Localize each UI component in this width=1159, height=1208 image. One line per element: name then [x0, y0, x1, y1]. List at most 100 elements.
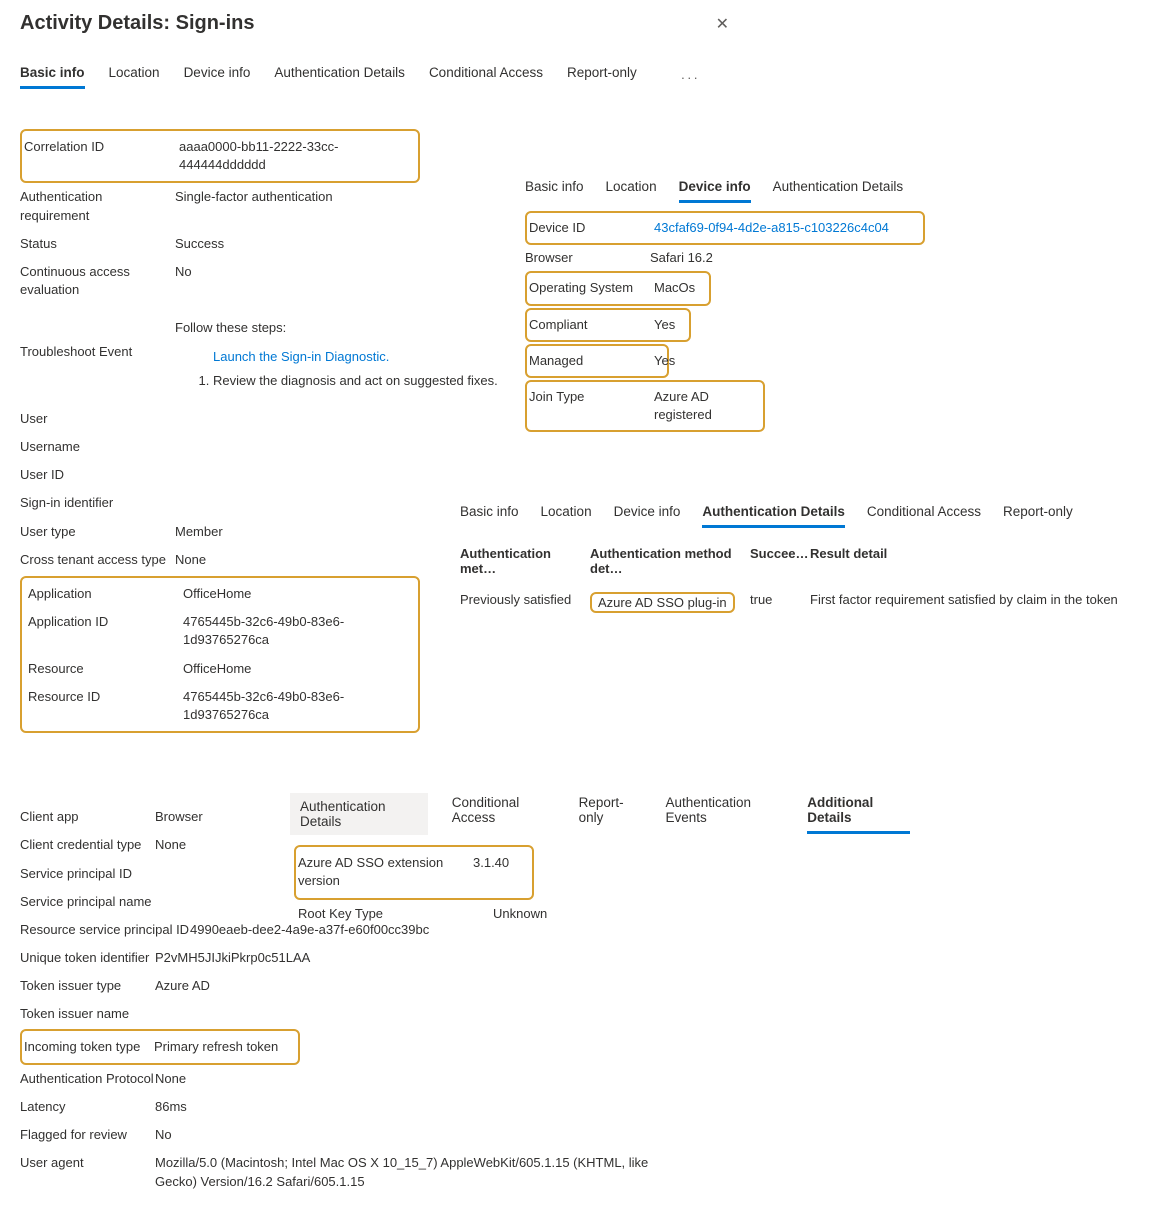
- dev-tab-device[interactable]: Device info: [679, 179, 751, 203]
- value-root-key: Unknown: [493, 905, 910, 923]
- label-root-key: Root Key Type: [298, 905, 493, 923]
- value-auth-proto: None: [155, 1070, 1139, 1088]
- value-status: Success: [175, 235, 520, 253]
- auth-tab-auth[interactable]: Authentication Details: [702, 504, 845, 528]
- tab-conditional-access[interactable]: Conditional Access: [429, 65, 543, 89]
- dev-tab-location[interactable]: Location: [606, 179, 657, 203]
- label-managed: Managed: [529, 352, 654, 370]
- th-result: Result detail: [810, 546, 1159, 576]
- value-resource: OfficeHome: [183, 660, 412, 678]
- label-client-app: Client app: [20, 808, 155, 826]
- value-auth-req: Single-factor authentication: [175, 188, 520, 224]
- label-user-agent: User agent: [20, 1154, 155, 1190]
- label-correlation-id: Correlation ID: [24, 138, 179, 174]
- label-sso-ver: Azure AD SSO extension version: [298, 854, 473, 890]
- label-app-id: Application ID: [28, 613, 183, 649]
- launch-diagnostic-link[interactable]: Launch the Sign-in Diagnostic.: [213, 349, 389, 364]
- label-join-type: Join Type: [529, 388, 654, 424]
- label-flagged: Flagged for review: [20, 1126, 155, 1144]
- additional-details-panel: Authentication Details Conditional Acces…: [290, 793, 910, 928]
- td-result: First factor requirement satisfied by cl…: [810, 592, 1159, 613]
- label-user-id: User ID: [20, 466, 175, 484]
- page-title: Activity Details: Sign-ins: [20, 12, 255, 35]
- value-user-agent: Mozilla/5.0 (Macintosh; Intel Mac OS X 1…: [155, 1154, 655, 1190]
- auth-table-header: Authentication met… Authentication metho…: [460, 538, 1159, 584]
- label-resource: Resource: [28, 660, 183, 678]
- label-status: Status: [20, 235, 175, 253]
- tab-auth-details[interactable]: Authentication Details: [274, 65, 405, 89]
- label-rsp-id: Resource service principal ID: [20, 921, 190, 939]
- value-app-id: 4765445b-32c6-49b0-83e6-1d93765276ca: [183, 613, 412, 649]
- label-device-id: Device ID: [529, 219, 654, 237]
- label-uti: Unique token identifier: [20, 949, 155, 967]
- value-join-type: Azure AD registered: [654, 388, 757, 424]
- label-troubleshoot: Troubleshoot Event: [20, 319, 175, 390]
- tab-location[interactable]: Location: [109, 65, 160, 89]
- label-issuer-name: Token issuer name: [20, 1005, 155, 1023]
- label-application: Application: [28, 585, 183, 603]
- value-latency: 86ms: [155, 1098, 1139, 1116]
- dev-tab-basic[interactable]: Basic info: [525, 179, 584, 203]
- label-issuer-type: Token issuer type: [20, 977, 155, 995]
- more-icon[interactable]: ···: [681, 70, 700, 85]
- auth-tab-ca[interactable]: Conditional Access: [867, 504, 981, 528]
- label-sp-name: Service principal name: [20, 893, 155, 911]
- label-auth-req: Authentication requirement: [20, 188, 175, 224]
- td-succ: true: [750, 592, 810, 613]
- th-detail: Authentication method det…: [590, 546, 750, 576]
- label-cae: Continuous access evaluation: [20, 263, 175, 299]
- label-latency: Latency: [20, 1098, 155, 1116]
- add-tab-events[interactable]: Authentication Events: [665, 795, 783, 834]
- tab-device-info[interactable]: Device info: [184, 65, 251, 89]
- auth-tab-report[interactable]: Report-only: [1003, 504, 1073, 528]
- label-sp-id: Service principal ID: [20, 865, 155, 883]
- value-correlation-id: aaaa0000-bb11-2222-33cc-444444dddddd: [179, 138, 412, 174]
- label-cred-type: Client credential type: [20, 836, 155, 854]
- label-auth-proto: Authentication Protocol: [20, 1070, 155, 1088]
- value-browser: Safari 16.2: [650, 249, 955, 267]
- th-method: Authentication met…: [460, 546, 590, 576]
- value-cae: No: [175, 263, 520, 299]
- value-compliant: Yes: [654, 316, 683, 334]
- dev-tab-auth[interactable]: Authentication Details: [773, 179, 904, 203]
- value-uti: P2vMH5JIJkiPkrp0c51LAA: [155, 949, 1139, 967]
- value-client-app: Browser: [155, 808, 255, 826]
- value-resource-id: 4765445b-32c6-49b0-83e6-1d93765276ca: [183, 688, 412, 724]
- add-tab-report[interactable]: Report-only: [579, 795, 642, 834]
- value-incoming-token: Primary refresh token: [154, 1038, 292, 1056]
- label-browser: Browser: [525, 249, 650, 267]
- label-username: Username: [20, 438, 175, 456]
- label-resource-id: Resource ID: [28, 688, 183, 724]
- auth-details-panel: Basic info Location Device info Authenti…: [460, 504, 1159, 621]
- value-issuer-type: Azure AD: [155, 977, 1139, 995]
- auth-tab-location[interactable]: Location: [541, 504, 592, 528]
- label-user-type: User type: [20, 523, 175, 541]
- main-tabs: Basic info Location Device info Authenti…: [20, 65, 1139, 89]
- add-tab-auth[interactable]: Authentication Details: [290, 793, 428, 835]
- tab-basic-info[interactable]: Basic info: [20, 65, 85, 89]
- label-incoming-token: Incoming token type: [24, 1038, 154, 1056]
- value-sso-ver: 3.1.40: [473, 854, 526, 890]
- add-tab-ca[interactable]: Conditional Access: [452, 795, 555, 834]
- td-method: Previously satisfied: [460, 592, 590, 613]
- value-device-id[interactable]: 43cfaf69-0f94-4d2e-a815-c103226c4c04: [654, 219, 917, 237]
- auth-table-row: Previously satisfied Azure AD SSO plug-i…: [460, 584, 1159, 621]
- add-tab-additional[interactable]: Additional Details: [807, 795, 910, 834]
- value-managed: Yes: [654, 352, 675, 370]
- label-os: Operating System: [529, 279, 654, 297]
- auth-tab-device[interactable]: Device info: [614, 504, 681, 528]
- troubleshoot-intro: Follow these steps:: [175, 319, 520, 337]
- label-cross-tenant: Cross tenant access type: [20, 551, 175, 569]
- label-user: User: [20, 410, 175, 428]
- value-flagged: No: [155, 1126, 1139, 1144]
- label-signin-id: Sign-in identifier: [20, 494, 175, 512]
- device-info-panel: Basic info Location Device info Authenti…: [525, 179, 955, 432]
- th-succ: Succee…: [750, 546, 810, 576]
- troubleshoot-step1: Review the diagnosis and act on suggeste…: [213, 372, 520, 390]
- value-application: OfficeHome: [183, 585, 412, 603]
- auth-tab-basic[interactable]: Basic info: [460, 504, 519, 528]
- close-icon[interactable]: ✕: [716, 14, 729, 34]
- value-os: MacOs: [654, 279, 703, 297]
- tab-report-only[interactable]: Report-only: [567, 65, 637, 89]
- td-detail: Azure AD SSO plug-in: [590, 592, 735, 613]
